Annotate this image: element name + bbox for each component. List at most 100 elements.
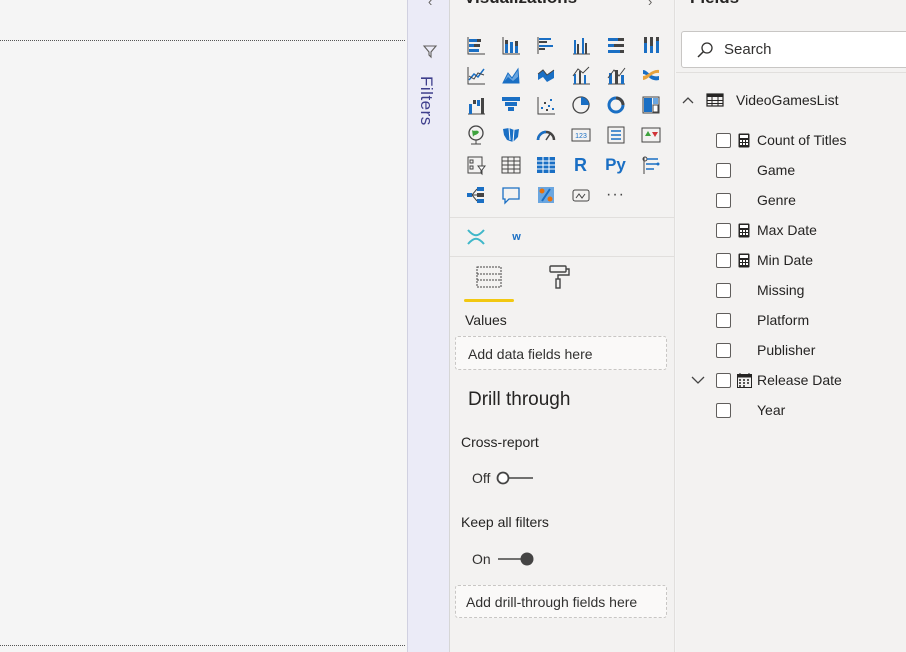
line-stacked-column-chart-icon[interactable] (598, 60, 633, 90)
fields-title: Fields (690, 0, 739, 8)
chevron-down-icon[interactable] (691, 375, 705, 385)
report-canvas[interactable] (0, 0, 407, 652)
tab-format[interactable] (534, 264, 584, 302)
field-name: Platform (757, 312, 810, 328)
table-icon (706, 93, 724, 107)
area-chart-icon[interactable] (493, 60, 528, 90)
field-checkbox[interactable] (716, 312, 731, 328)
filters-label[interactable]: Filters (416, 76, 436, 126)
gauge-icon[interactable] (528, 120, 563, 150)
field-checkbox[interactable] (716, 372, 731, 388)
scatter-chart-icon[interactable] (528, 90, 563, 120)
slicer-icon[interactable] (458, 150, 493, 180)
field-name: Max Date (757, 222, 817, 238)
chevron-up-icon[interactable] (682, 95, 694, 105)
cross-report-toggle-row: Off (472, 470, 534, 486)
field-checkbox[interactable] (716, 192, 731, 208)
funnel-chart-icon[interactable] (493, 90, 528, 120)
keep-filters-label: Keep all filters (461, 514, 549, 530)
field-row[interactable]: Max Date (716, 215, 817, 245)
field-name: Release Date (757, 372, 842, 388)
stacked-area-chart-icon[interactable] (528, 60, 563, 90)
kpi-icon[interactable] (633, 120, 668, 150)
collapse-chevron-icon[interactable]: › (648, 0, 652, 9)
fields-separator (676, 72, 906, 73)
field-checkbox[interactable] (716, 162, 731, 178)
field-name: Genre (757, 192, 796, 208)
clustered-bar-chart-icon[interactable] (528, 30, 563, 60)
map-icon[interactable] (458, 120, 493, 150)
field-checkbox[interactable] (716, 252, 731, 268)
100-stacked-column-chart-icon[interactable] (633, 30, 668, 60)
qa-visual-icon[interactable] (493, 180, 528, 210)
cross-report-toggle[interactable] (496, 471, 534, 485)
field-row[interactable]: Publisher (716, 335, 815, 365)
stacked-column-chart-icon[interactable] (493, 30, 528, 60)
waterfall-chart-icon[interactable] (458, 90, 493, 120)
r-script-visual-icon[interactable]: R (563, 150, 598, 180)
key-influencers-icon[interactable] (633, 150, 668, 180)
drill-through-drop-zone[interactable]: Add drill-through fields here (455, 585, 667, 618)
field-checkbox[interactable] (716, 132, 731, 148)
stacked-bar-chart-icon[interactable] (458, 30, 493, 60)
ribbon-chart-icon[interactable] (633, 60, 668, 90)
canvas-top-border (0, 40, 405, 41)
smart-narrative-icon[interactable] (528, 180, 563, 210)
python-visual-icon[interactable]: Py (598, 150, 633, 180)
keep-filters-toggle-row: On (472, 551, 535, 567)
line-chart-icon[interactable] (458, 60, 493, 90)
calculator-icon (736, 222, 752, 238)
search-input[interactable]: Search (724, 41, 772, 58)
visualizations-title: Visualizations (464, 0, 577, 8)
field-row[interactable]: Game (716, 155, 795, 185)
field-row[interactable]: Count of Titles (716, 125, 847, 155)
fields-pane: Fields Search VideoGamesList Count of Ti… (676, 0, 906, 652)
field-checkbox[interactable] (716, 342, 731, 358)
calculator-icon (736, 252, 752, 268)
field-row[interactable]: Platform (716, 305, 809, 335)
values-drop-zone[interactable]: Add data fields here (455, 336, 667, 370)
paginated-report-icon[interactable] (563, 180, 598, 210)
fields-well-icon (476, 266, 502, 288)
field-checkbox[interactable] (716, 222, 731, 238)
cross-report-state: Off (472, 470, 491, 486)
field-row[interactable]: Genre (716, 185, 796, 215)
field-row[interactable]: Min Date (716, 245, 813, 275)
card-icon[interactable]: 123 (563, 120, 598, 150)
keep-filters-toggle[interactable] (497, 552, 535, 566)
custom-visuals-row: w (458, 222, 534, 252)
viz-tabs (464, 264, 584, 302)
field-name: Publisher (757, 342, 816, 358)
field-name: Count of Titles (757, 132, 847, 148)
more-visuals-icon[interactable]: ··· (598, 180, 633, 210)
field-checkbox[interactable] (716, 282, 731, 298)
multi-row-card-icon[interactable] (598, 120, 633, 150)
tab-fields[interactable] (464, 264, 514, 302)
decomposition-tree-icon[interactable] (458, 180, 493, 210)
filled-map-icon[interactable] (493, 120, 528, 150)
table-node[interactable]: VideoGamesList (682, 92, 838, 108)
line-clustered-column-chart-icon[interactable] (563, 60, 598, 90)
visualizations-pane: Visualizations › 123 R Py (450, 0, 675, 652)
treemap-icon[interactable] (633, 90, 668, 120)
donut-chart-icon[interactable] (598, 90, 633, 120)
search-icon (697, 41, 713, 58)
custom-divider (450, 256, 675, 257)
search-box[interactable]: Search (681, 31, 906, 68)
100-stacked-bar-chart-icon[interactable] (598, 30, 633, 60)
calendar-icon (736, 372, 752, 388)
field-name: Game (757, 162, 796, 178)
custom-visual-wordcloud-icon[interactable]: w (499, 222, 534, 252)
custom-visual-network-icon[interactable] (458, 222, 493, 252)
pie-chart-icon[interactable] (563, 90, 598, 120)
filters-pane-collapsed[interactable]: ‹ Filters (407, 0, 450, 652)
field-checkbox[interactable] (716, 402, 731, 418)
field-name: Missing (757, 282, 805, 298)
table-icon[interactable] (493, 150, 528, 180)
clustered-column-chart-icon[interactable] (563, 30, 598, 60)
matrix-icon[interactable] (528, 150, 563, 180)
field-row[interactable]: Release Date (716, 365, 842, 395)
field-row[interactable]: Year (716, 395, 785, 425)
field-row[interactable]: Missing (716, 275, 804, 305)
expand-chevron-icon[interactable]: ‹ (428, 0, 432, 9)
